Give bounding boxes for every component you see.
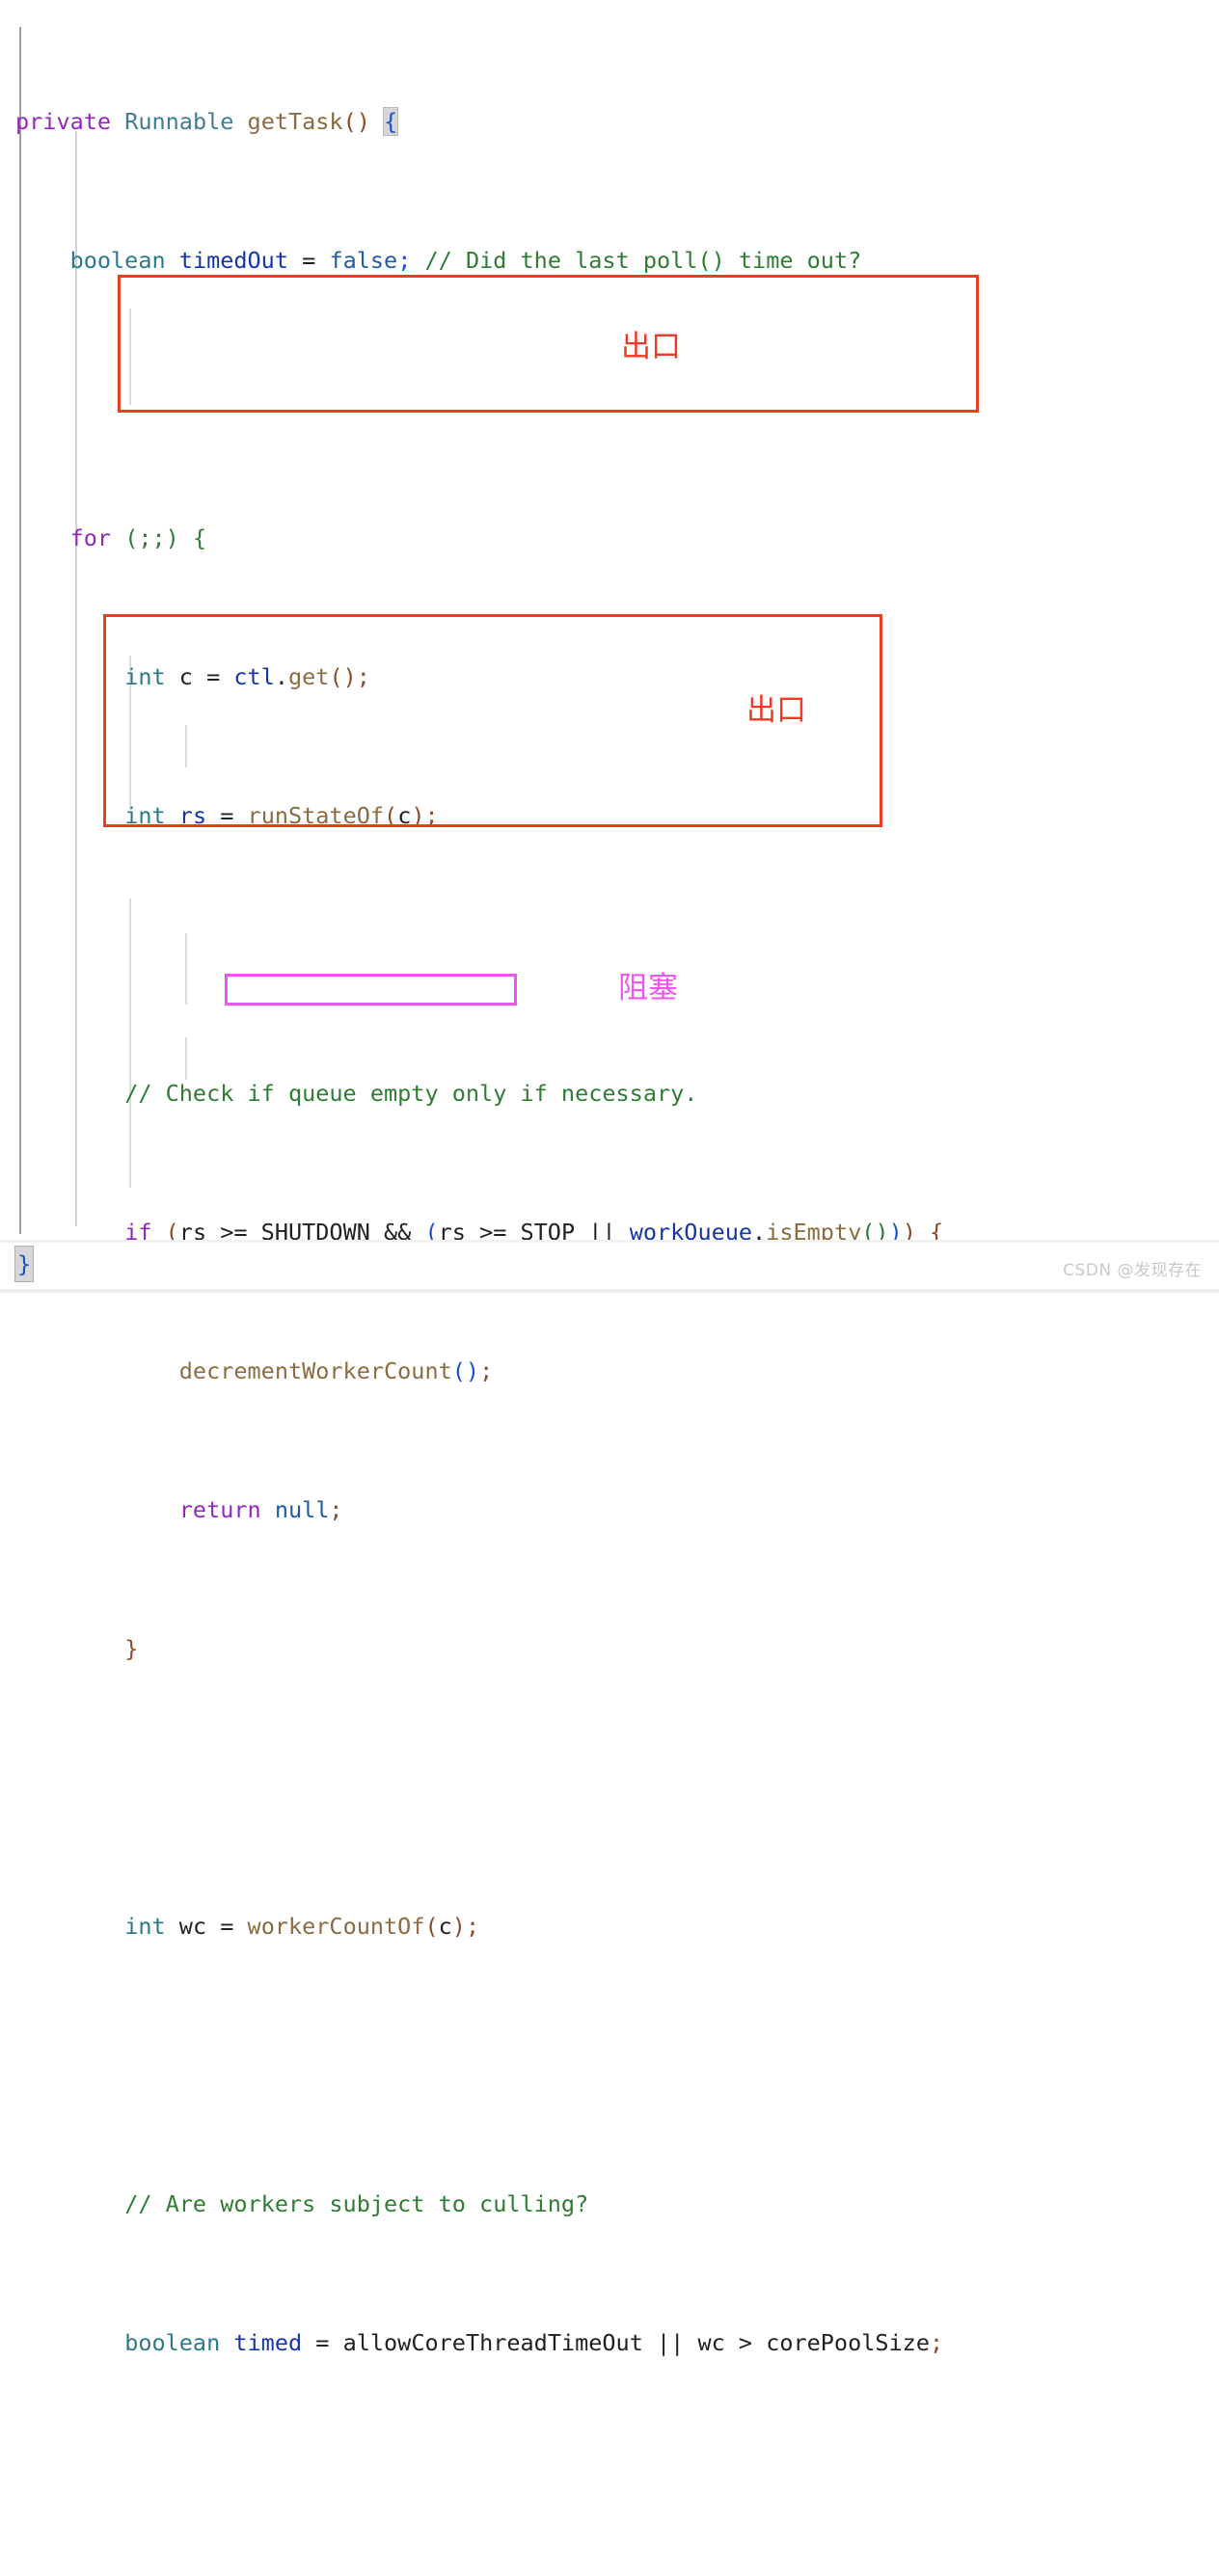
token-brace-close-highlighted: } (14, 1246, 35, 1282)
token-paren-close: ) (451, 1913, 466, 1940)
code-line: int wc = workerCountOf(c); (0, 1909, 957, 1944)
code-line: // Are workers subject to culling? (0, 2187, 957, 2221)
token-paren-open: ( (424, 1913, 439, 1940)
code-line: // Check if queue empty only if necessar… (0, 1076, 957, 1111)
token-literal-null: null (274, 1496, 330, 1523)
code-line: decrementWorkerCount(); (0, 1354, 957, 1388)
token-method-workercountof: workerCountOf (247, 1913, 425, 1940)
code-line: int c = ctl.get(); (0, 659, 957, 694)
token-var-wc: wc (178, 1913, 207, 1940)
annotation-exit-2: 出口 (746, 693, 806, 728)
token-literal-false: false (329, 247, 398, 274)
token-semicolon: ; (356, 663, 370, 690)
code-line: return null; (0, 1492, 957, 1527)
token-assign: = (192, 663, 234, 690)
token-arg-c: c (438, 1913, 452, 1940)
token-type-int: int (124, 1913, 166, 1940)
token-dot: . (274, 663, 289, 690)
token-type-int: int (124, 802, 166, 829)
token-paren-close: ) (356, 108, 370, 135)
token-method-runstateof: runStateOf (247, 802, 385, 829)
token-assign: = (206, 1913, 248, 1940)
watermark: CSDN @发现存在 (1063, 1261, 1202, 1280)
token-comment-culling: // Are workers subject to culling? (124, 2190, 589, 2217)
token-keyword-return: return (178, 1496, 261, 1523)
token-method-get: get (288, 663, 330, 690)
token-method-gettask: getTask (247, 108, 343, 135)
token-semicolon: ; (465, 1913, 480, 1940)
code-line: private Runnable getTask() { (0, 104, 957, 139)
code-line: for (;;) { (0, 521, 957, 555)
code-line: boolean timedOut = false; // Did the las… (0, 243, 957, 278)
annotation-blocking: 阻塞 (618, 971, 678, 1006)
token-brace-open: { (192, 524, 207, 551)
code-line: } (0, 1631, 957, 1666)
token-semicolon: ; (424, 802, 439, 829)
token-var-timedout: timedOut (178, 247, 288, 274)
token-var-c: c (178, 663, 193, 690)
token-type-int: int (124, 663, 166, 690)
token-comment-check-queue: // Check if queue empty only if necessar… (124, 1080, 698, 1107)
token-paren-close: ) (465, 1357, 480, 1384)
token-keyword-for: for (69, 524, 112, 551)
token-class-runnable: Runnable (124, 108, 234, 135)
token-method-decrementworkercount: decrementWorkerCount (178, 1357, 452, 1384)
annotation-exit-1: 出口 (621, 330, 681, 364)
token-comment-poll: // Did the last poll() time out? (424, 247, 862, 274)
token-arg-c: c (397, 802, 412, 829)
token-brace-close: } (124, 1635, 139, 1662)
token-var-rs: rs (178, 802, 207, 829)
token-type-boolean: boolean (124, 2329, 221, 2356)
token-paren-close: ) (411, 802, 425, 829)
token-keyword-private: private (15, 108, 112, 135)
token-paren-open: ( (384, 802, 398, 829)
token-type-boolean: boolean (69, 247, 166, 274)
token-paren-open: ( (342, 108, 357, 135)
token-brace-open-highlighted: { (383, 107, 399, 136)
token-paren-close: ) (342, 663, 357, 690)
token-paren-open: ( (329, 663, 343, 690)
token-semicolon: ; (479, 1357, 494, 1384)
token-for-args: (;;) (124, 524, 179, 551)
token-semicolon: ; (329, 1496, 343, 1523)
code-line: boolean timed = allowCoreThreadTimeOut |… (0, 2325, 957, 2360)
editor-bottom-strip: } (0, 1240, 1219, 1293)
code-line: int rs = runStateOf(c); (0, 798, 957, 833)
token-assign: = (287, 247, 330, 274)
token-semicolon: ; (929, 2329, 944, 2356)
token-paren-open: ( (451, 1357, 466, 1384)
token-expr-allowcore: allowCoreThreadTimeOut || wc > corePoolS… (342, 2329, 930, 2356)
token-semicolon: ; (397, 247, 412, 274)
token-field-ctl: ctl (233, 663, 275, 690)
token-var-timed: timed (233, 2329, 303, 2356)
code-editor-surface[interactable]: private Runnable getTask() { boolean tim… (0, 0, 1219, 2356)
token-assign: = (206, 802, 248, 829)
token-assign: = (302, 2329, 343, 2356)
